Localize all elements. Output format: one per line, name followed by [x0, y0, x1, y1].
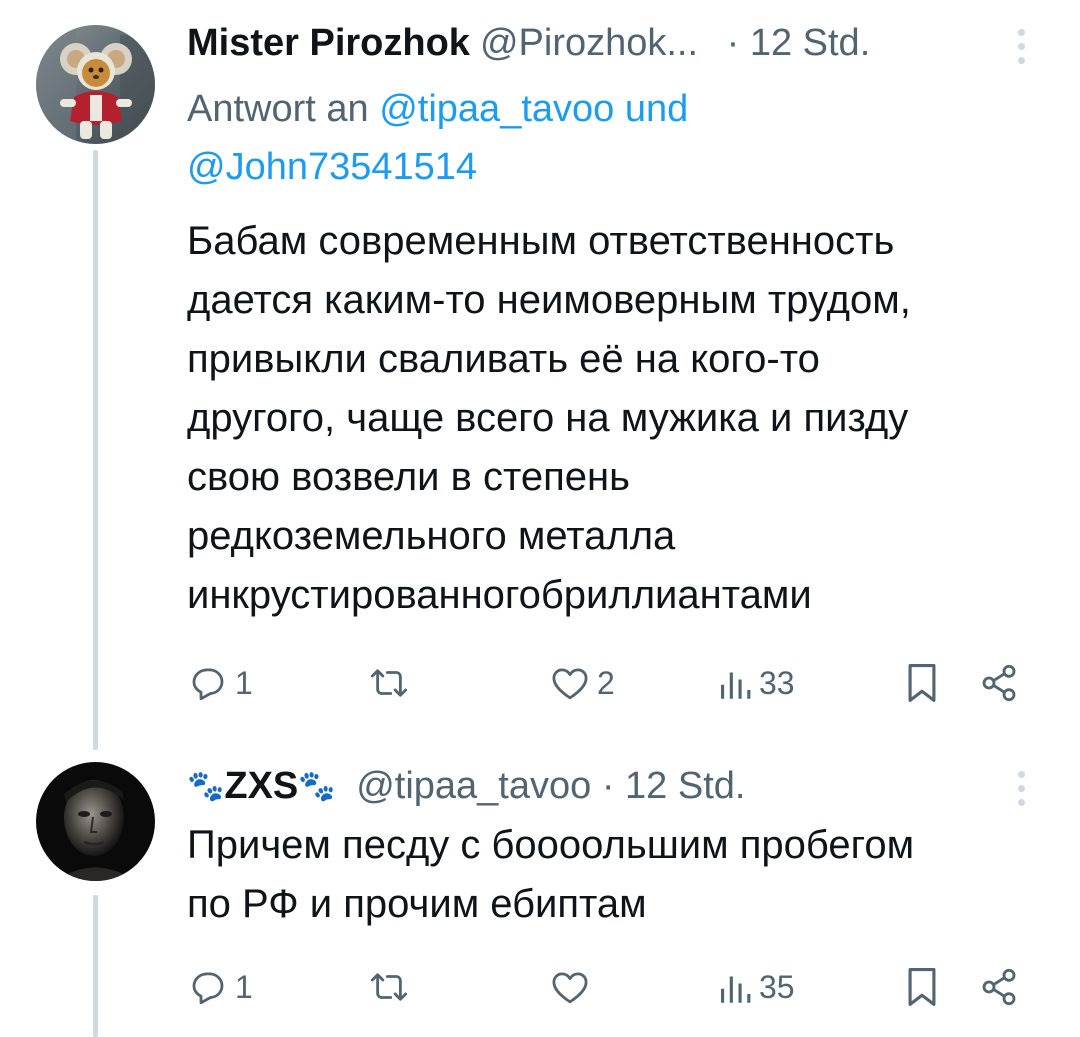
- reply-icon: [192, 668, 224, 701]
- retweet-icon: [370, 669, 408, 697]
- timestamp[interactable]: 12 Std.: [750, 22, 870, 64]
- views-count: 35: [759, 968, 795, 1005]
- bookmark-icon: [908, 968, 936, 1006]
- views-button[interactable]: 35: [717, 962, 795, 1012]
- thread-line: [93, 150, 98, 750]
- display-name[interactable]: 🐾ZXS🐾: [187, 765, 336, 807]
- reply-context: Antwort an @tipaa_tavoo und @John7354151…: [187, 80, 1007, 196]
- separator: ·: [601, 765, 615, 807]
- tweet-1[interactable]: Mister Pirozhok @Pirozhok... · 12 Std. An…: [0, 0, 1080, 750]
- cheburashka-avatar-icon: [36, 25, 155, 144]
- like-button[interactable]: [549, 962, 597, 1012]
- handle[interactable]: @tipaa_tavoo: [356, 765, 591, 807]
- share-button[interactable]: [979, 962, 1019, 1012]
- paw-emoji-icon: 🐾: [298, 770, 336, 803]
- bookmark-button[interactable]: [903, 658, 941, 708]
- reply-prefix: Antwort an: [187, 88, 369, 130]
- views-icon: [721, 976, 751, 1003]
- views-icon: [721, 672, 751, 699]
- thread-line: [93, 895, 98, 1037]
- share-icon: [982, 968, 1016, 1006]
- separator: ·: [726, 22, 740, 64]
- handle[interactable]: @Pirozhok...: [480, 22, 698, 64]
- views-count: 33: [759, 664, 795, 701]
- retweet-button[interactable]: [367, 658, 417, 708]
- avatar[interactable]: [36, 762, 155, 881]
- action-bar: 1 2 33: [187, 658, 1047, 708]
- bookmark-icon: [908, 664, 936, 702]
- retweet-button[interactable]: [367, 962, 417, 1012]
- like-button[interactable]: 2: [549, 658, 615, 708]
- tweet-2[interactable]: 🐾ZXS🐾 @tipaa_tavoo · 12 Std. Причем песд…: [0, 740, 1080, 1037]
- views-button[interactable]: 33: [717, 658, 795, 708]
- tweet-header: 🐾ZXS🐾 @tipaa_tavoo · 12 Std.: [187, 764, 1010, 809]
- bookmark-button[interactable]: [903, 962, 941, 1012]
- avatar[interactable]: [36, 25, 155, 144]
- reply-count: 1: [235, 968, 253, 1005]
- mention-link[interactable]: @John73541514: [187, 146, 477, 188]
- reply-button[interactable]: 1: [187, 962, 253, 1012]
- tweet-header: Mister Pirozhok @Pirozhok... · 12 Std.: [187, 21, 1010, 65]
- paw-emoji-icon: 🐾: [187, 770, 225, 803]
- share-icon: [982, 664, 1016, 702]
- more-dots-icon[interactable]: [1012, 766, 1030, 810]
- reply-count: 1: [235, 664, 253, 701]
- reply-button[interactable]: 1: [187, 658, 253, 708]
- display-name[interactable]: Mister Pirozhok: [187, 22, 470, 64]
- heart-icon: [552, 972, 588, 1004]
- share-button[interactable]: [979, 658, 1019, 708]
- heart-icon: [552, 668, 588, 700]
- retweet-icon: [370, 973, 408, 1001]
- mention-link[interactable]: @tipaa_tavoo: [379, 88, 614, 130]
- action-bar: 1 35: [187, 962, 1047, 1012]
- reply-icon: [192, 972, 224, 1005]
- more-dots-icon[interactable]: [1012, 24, 1030, 68]
- timestamp[interactable]: 12 Std.: [625, 765, 745, 807]
- dark-portrait-avatar-icon: [36, 762, 155, 881]
- reply-conjunction: und: [624, 88, 689, 130]
- like-count: 2: [597, 664, 615, 701]
- tweet-text: Бабам современным ответственность дается…: [187, 219, 911, 617]
- tweet-text: Причем песду с бoooольшим пробегом по РФ…: [187, 823, 915, 926]
- display-name-text: ZXS: [224, 765, 299, 807]
